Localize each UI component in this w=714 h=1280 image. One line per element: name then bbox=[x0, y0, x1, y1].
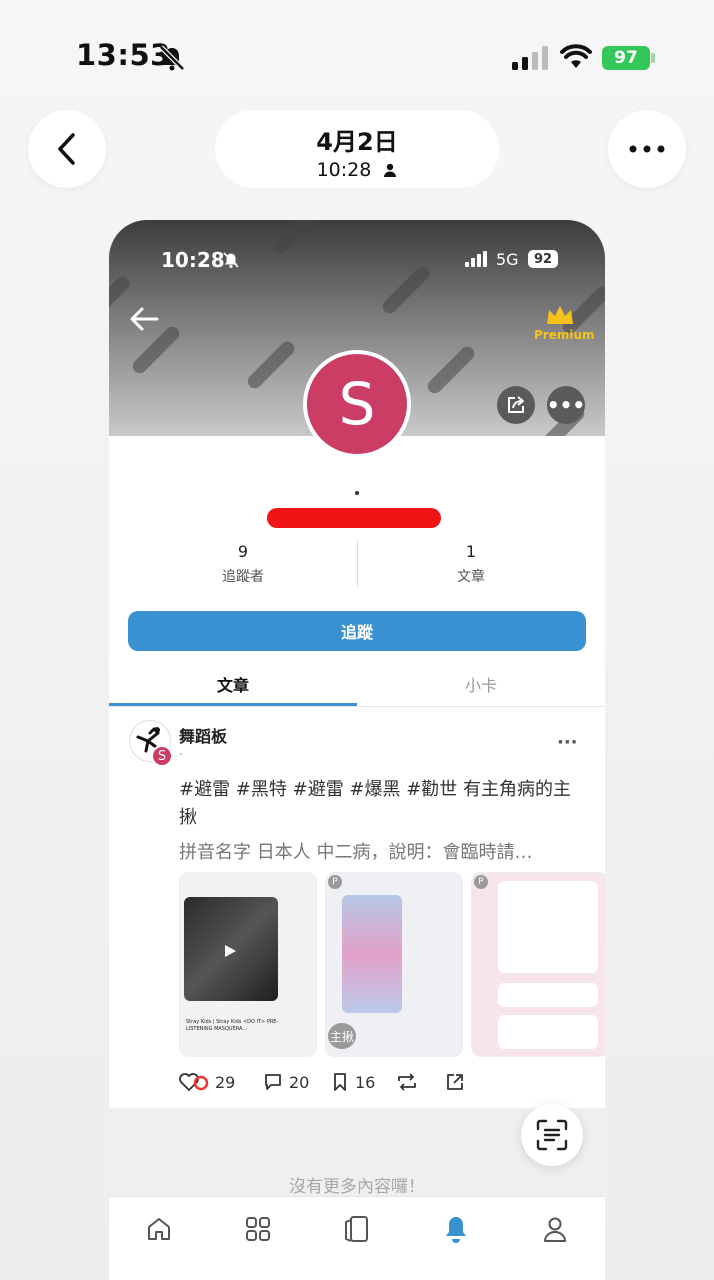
nav-home[interactable] bbox=[139, 1213, 179, 1245]
author-avatar: S bbox=[151, 745, 173, 767]
back-button[interactable] bbox=[28, 110, 106, 188]
more-dots-icon: ••• bbox=[546, 393, 586, 417]
scan-text-icon bbox=[536, 1119, 568, 1151]
redacted-username bbox=[267, 508, 441, 528]
username-dot bbox=[355, 491, 359, 495]
share-button[interactable] bbox=[497, 386, 535, 424]
network-label: 5G bbox=[496, 250, 519, 269]
post-image-1[interactable]: Stray Kids | Stray Kids <DO IT> PRE-LIST… bbox=[179, 872, 317, 1057]
articles-label: 文章 bbox=[457, 569, 485, 585]
more-dots-icon: ··· bbox=[557, 732, 578, 753]
comment-icon bbox=[265, 1074, 281, 1090]
repost-icon bbox=[398, 1073, 416, 1091]
post-more-button[interactable]: ··· bbox=[557, 732, 578, 753]
heart-icon bbox=[179, 1073, 209, 1092]
tab-articles[interactable]: 文章 bbox=[109, 672, 357, 696]
articles-count: 1 bbox=[465, 542, 477, 561]
follow-button[interactable]: 追蹤 bbox=[128, 611, 586, 651]
tab-cards[interactable]: 小卡 bbox=[357, 672, 605, 696]
post-image-3[interactable]: P bbox=[471, 872, 605, 1057]
thumb-badge: P bbox=[474, 875, 488, 889]
bottom-nav bbox=[109, 1196, 605, 1280]
profile-more-button[interactable]: ••• bbox=[547, 386, 585, 424]
more-dots-icon bbox=[629, 145, 665, 153]
screenshot-date-pill[interactable]: 4月2日 10:28 bbox=[215, 110, 499, 188]
bookmark-button[interactable]: 16 bbox=[331, 1072, 375, 1092]
bell-muted-icon bbox=[159, 45, 185, 71]
battery-tip bbox=[651, 53, 655, 63]
followers-label: 追蹤者 bbox=[222, 569, 264, 585]
inner-status-time: 10:28 bbox=[161, 248, 225, 272]
comment-button[interactable]: 20 bbox=[263, 1072, 309, 1092]
photo-thumbnail bbox=[342, 895, 402, 1013]
battery-indicator: 97 bbox=[602, 46, 650, 70]
post-image-2[interactable]: P 主揪 bbox=[325, 872, 463, 1057]
like-button[interactable]: 29 bbox=[179, 1072, 235, 1092]
thumb-badge: P bbox=[328, 875, 342, 889]
repost-button[interactable] bbox=[396, 1072, 424, 1092]
date-label: 4月2日 bbox=[316, 128, 398, 156]
battery-indicator: 92 bbox=[528, 250, 558, 268]
bell-icon bbox=[446, 1217, 466, 1243]
nav-boards[interactable] bbox=[238, 1213, 278, 1245]
play-icon bbox=[225, 945, 236, 957]
share-icon bbox=[447, 1074, 463, 1090]
feed-end-text: 沒有更多內容囉！ bbox=[289, 1177, 425, 1197]
bell-muted-icon bbox=[223, 252, 239, 269]
stats-divider bbox=[357, 540, 358, 586]
arrow-left-icon[interactable] bbox=[129, 306, 159, 332]
grid-icon bbox=[246, 1217, 270, 1241]
wifi-icon bbox=[560, 44, 592, 68]
scan-text-button[interactable] bbox=[521, 1104, 583, 1166]
nav-profile[interactable] bbox=[535, 1213, 575, 1245]
cellular-signal-icon bbox=[512, 46, 548, 70]
bookmark-icon bbox=[334, 1073, 346, 1091]
chat-bubble bbox=[498, 881, 598, 973]
screenshot-card: 10:28 5G 92 Premium ••• S 9 追蹤者 1 文章 追蹤 … bbox=[109, 220, 605, 1280]
share-icon bbox=[508, 396, 524, 413]
person-icon bbox=[544, 1217, 566, 1242]
nav-cards[interactable] bbox=[337, 1213, 377, 1245]
chevron-left-icon bbox=[58, 133, 75, 165]
nav-notifications[interactable] bbox=[436, 1213, 476, 1245]
more-options-button[interactable] bbox=[608, 110, 686, 188]
share-post-button[interactable] bbox=[445, 1072, 471, 1092]
home-icon bbox=[148, 1218, 170, 1240]
status-time: 13:53 bbox=[76, 38, 171, 72]
post-preview[interactable]: 拼音名字 日本人 中二病，說明：會臨時請… bbox=[179, 838, 579, 864]
post-board-name[interactable]: 舞蹈板 bbox=[179, 723, 227, 747]
bookmark-count: 16 bbox=[355, 1072, 376, 1092]
time-label: 10:28 bbox=[215, 159, 499, 181]
premium-badge: Premium bbox=[534, 328, 595, 342]
person-icon bbox=[384, 163, 397, 177]
thumb-label: 主揪 bbox=[328, 1023, 356, 1049]
chat-bubble bbox=[498, 1015, 598, 1049]
video-caption: Stray Kids | Stray Kids <DO IT> PRE-LIST… bbox=[186, 1019, 279, 1032]
comment-count: 20 bbox=[289, 1072, 310, 1092]
card-icon bbox=[345, 1216, 368, 1242]
post-author: · bbox=[179, 747, 183, 761]
followers-count: 9 bbox=[237, 542, 249, 561]
cellular-signal-icon bbox=[465, 251, 487, 267]
crown-icon bbox=[547, 306, 573, 324]
tab-divider bbox=[109, 706, 605, 707]
like-count: 29 bbox=[215, 1072, 236, 1092]
avatar: S bbox=[303, 350, 411, 458]
chat-bubble bbox=[498, 983, 598, 1007]
post-title[interactable]: #避雷 #黑特 #避雷 #爆黑 #勸世 有主角病的主揪 bbox=[179, 776, 579, 832]
